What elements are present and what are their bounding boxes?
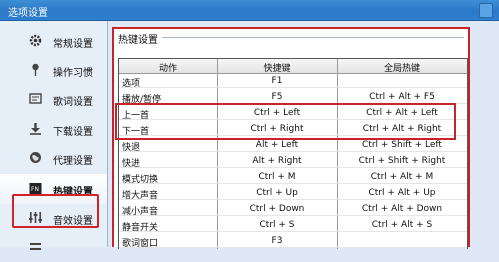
sidebar-item-lyrics[interactable]: 歌词设置 bbox=[0, 84, 107, 114]
svg-text:FN: FN bbox=[31, 186, 39, 193]
section-title: 热键设置 bbox=[118, 35, 158, 46]
table-row[interactable]: 播放/暂停 F5 Ctrl + Alt + F5 bbox=[119, 90, 467, 105]
table-row[interactable]: 快退 Alt + Left Ctrl + Shift + Left bbox=[119, 138, 467, 153]
global-hotkey-cell: Ctrl + Shift + Left bbox=[362, 140, 442, 150]
column-header-global: 全局热键 bbox=[383, 64, 420, 74]
sidebar-item-label: 下载设置 bbox=[53, 127, 93, 138]
sidebar-item-label: 常规设置 bbox=[53, 39, 93, 50]
table-row[interactable]: 增大声音 Ctrl + Up Ctrl + Alt + Up bbox=[119, 186, 467, 201]
action-cell: 选项 bbox=[122, 79, 141, 89]
settings-sidebar: 常规设置 操作习惯 歌词设置 下载设置 代理设置 FN 热键设置 音效设置 bbox=[0, 21, 108, 250]
shortcut-cell: Alt + Right bbox=[252, 156, 302, 166]
hotkey-table: 动作 快捷键 全局热键 选项 F1 播放/暂停 F5 Ctrl + Alt + … bbox=[118, 58, 468, 249]
sidebar-item-download[interactable]: 下载设置 bbox=[0, 114, 107, 144]
table-row[interactable]: 模式切换 Ctrl + M Ctrl + Alt + M bbox=[119, 170, 467, 185]
shortcut-cell: Ctrl + S bbox=[259, 220, 295, 230]
table-row[interactable]: 快进 Alt + Right Ctrl + Shift + Right bbox=[119, 154, 467, 169]
global-hotkey-cell: Ctrl + Alt + F5 bbox=[369, 92, 435, 102]
section-divider bbox=[162, 37, 464, 38]
table-row[interactable]: 静音开关 Ctrl + S Ctrl + Alt + S bbox=[119, 218, 467, 233]
prev-next-rows-highlight-box bbox=[115, 103, 456, 140]
shortcut-cell: F5 bbox=[271, 92, 283, 102]
shortcut-cell: F3 bbox=[271, 236, 283, 246]
sidebar-item-habits[interactable]: 操作习惯 bbox=[0, 55, 107, 85]
action-cell: 模式切换 bbox=[122, 175, 159, 185]
table-row[interactable]: 选项 F1 bbox=[119, 74, 467, 89]
globe-icon bbox=[29, 151, 42, 164]
shortcut-cell: Ctrl + Up bbox=[256, 188, 298, 198]
global-hotkey-cell: Ctrl + Alt + S bbox=[371, 220, 433, 230]
shortcut-cell: Alt + Left bbox=[255, 140, 299, 150]
action-cell: 静音开关 bbox=[122, 223, 159, 233]
download-icon bbox=[29, 122, 42, 135]
close-button[interactable] bbox=[479, 3, 493, 18]
lyrics-icon bbox=[29, 92, 42, 105]
table-header: 动作 快捷键 全局热键 bbox=[119, 59, 467, 74]
sidebar-item-more[interactable] bbox=[0, 232, 107, 262]
global-hotkey-cell: Ctrl + Shift + Right bbox=[358, 156, 446, 166]
column-header-action: 动作 bbox=[158, 64, 177, 74]
global-hotkey-cell: Ctrl + Alt + Up bbox=[368, 188, 436, 198]
table-row[interactable]: 歌词窗口 F3 bbox=[119, 234, 467, 249]
sidebar-item-label: 歌词设置 bbox=[53, 97, 93, 108]
sidebar-item-label: 代理设置 bbox=[53, 156, 93, 167]
sidebar-item-general[interactable]: 常规设置 bbox=[0, 26, 107, 56]
action-cell: 快退 bbox=[122, 143, 141, 153]
shortcut-cell: Ctrl + Down bbox=[249, 204, 305, 214]
active-item-highlight-box bbox=[12, 194, 99, 228]
global-hotkey-cell: Ctrl + Alt + Down bbox=[361, 204, 443, 214]
right-margin bbox=[472, 21, 499, 247]
global-hotkey-cell: Ctrl + Alt + M bbox=[370, 172, 434, 182]
sidebar-item-label: 操作习惯 bbox=[53, 68, 93, 79]
pin-icon bbox=[29, 63, 42, 76]
gear-icon bbox=[29, 34, 42, 47]
window-title: 选项设置 bbox=[8, 8, 48, 19]
shortcut-cell: Ctrl + M bbox=[258, 172, 296, 182]
title-bar: 选项设置 bbox=[0, 0, 499, 21]
action-cell: 增大声音 bbox=[122, 191, 159, 201]
sidebar-item-proxy[interactable]: 代理设置 bbox=[0, 143, 107, 173]
action-cell: 减小声音 bbox=[122, 207, 159, 217]
action-cell: 快进 bbox=[122, 159, 141, 169]
column-header-shortcut: 快捷键 bbox=[263, 64, 291, 74]
shortcut-cell: F1 bbox=[271, 76, 283, 86]
table-row[interactable]: 减小声音 Ctrl + Down Ctrl + Alt + Down bbox=[119, 202, 467, 217]
action-cell: 歌词窗口 bbox=[122, 239, 159, 249]
